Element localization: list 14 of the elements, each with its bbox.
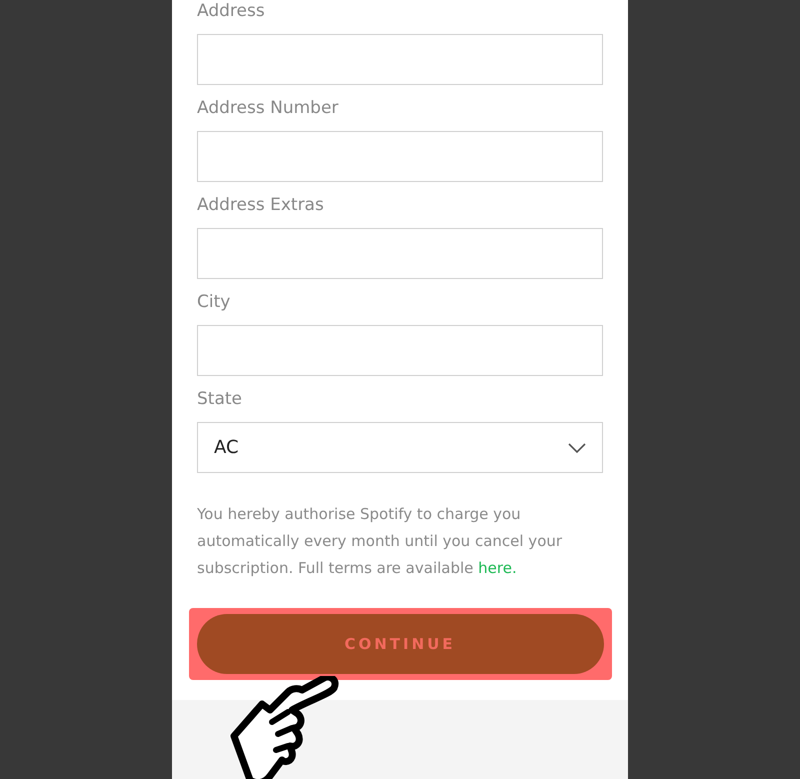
terms-link[interactable]: here. <box>478 559 517 577</box>
terms-text: You hereby authorise Spotify to charge you automatically every month until you cancel your subscription. Full terms are available here. <box>197 504 564 579</box>
field-label: State <box>197 388 243 410</box>
field-label: Address Number <box>197 97 340 119</box>
input-field[interactable] <box>197 34 603 85</box>
input-field[interactable] <box>197 228 603 279</box>
input-field[interactable] <box>197 131 603 182</box>
state-dropdown[interactable]: AC <box>197 422 603 473</box>
field-label: City <box>197 291 232 313</box>
field-label: Address Extras <box>197 194 325 216</box>
continue-button[interactable]: CONTINUE <box>196 614 604 674</box>
field-label: Address <box>197 0 266 22</box>
input-field[interactable] <box>197 325 603 376</box>
chevron-down-icon <box>568 442 586 452</box>
